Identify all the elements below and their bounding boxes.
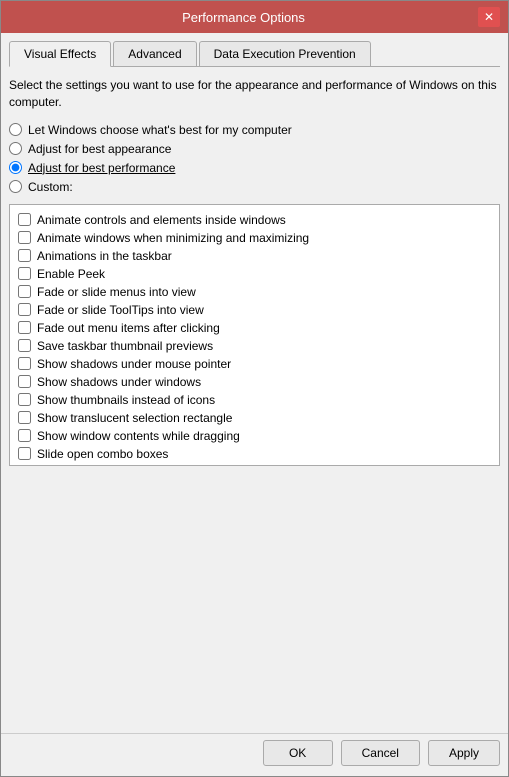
checkbox-combo-boxes[interactable]: Slide open combo boxes bbox=[18, 445, 491, 463]
checkbox-thumbnails[interactable]: Show thumbnails instead of icons bbox=[18, 391, 491, 409]
tab-visual-effects[interactable]: Visual Effects bbox=[9, 41, 111, 67]
checkbox-label: Enable Peek bbox=[37, 267, 105, 281]
checkbox-shadow-pointer[interactable]: Show shadows under mouse pointer bbox=[18, 355, 491, 373]
title-bar: Performance Options ✕ bbox=[1, 1, 508, 33]
checkbox-label: Show window contents while dragging bbox=[37, 429, 240, 443]
main-content: Visual Effects Advanced Data Execution P… bbox=[1, 33, 508, 733]
tab-bar: Visual Effects Advanced Data Execution P… bbox=[9, 41, 500, 67]
radio-auto[interactable]: Let Windows choose what's best for my co… bbox=[9, 123, 500, 137]
checkbox-fade-menus[interactable]: Fade or slide menus into view bbox=[18, 283, 491, 301]
radio-auto-label: Let Windows choose what's best for my co… bbox=[28, 123, 292, 137]
checkbox-animate-controls[interactable]: Animate controls and elements inside win… bbox=[18, 211, 491, 229]
checkbox-label: Fade or slide menus into view bbox=[37, 285, 196, 299]
checkbox-smooth-fonts[interactable]: Smooth edges of screen fonts bbox=[18, 463, 491, 467]
tab-advanced[interactable]: Advanced bbox=[113, 41, 196, 66]
radio-custom-label: Custom: bbox=[28, 180, 73, 194]
cancel-button[interactable]: Cancel bbox=[341, 740, 420, 766]
performance-options-window: Performance Options ✕ Visual Effects Adv… bbox=[0, 0, 509, 777]
description-text: Select the settings you want to use for … bbox=[9, 77, 500, 111]
tab-dep[interactable]: Data Execution Prevention bbox=[199, 41, 371, 66]
checkbox-window-contents[interactable]: Show window contents while dragging bbox=[18, 427, 491, 445]
radio-appearance[interactable]: Adjust for best appearance bbox=[9, 142, 500, 156]
close-button[interactable]: ✕ bbox=[478, 7, 500, 27]
checkbox-fade-menu-items[interactable]: Fade out menu items after clicking bbox=[18, 319, 491, 337]
radio-custom[interactable]: Custom: bbox=[9, 180, 500, 194]
checkbox-animations-taskbar[interactable]: Animations in the taskbar bbox=[18, 247, 491, 265]
checkbox-shadow-windows[interactable]: Show shadows under windows bbox=[18, 373, 491, 391]
checkbox-animate-windows[interactable]: Animate windows when minimizing and maxi… bbox=[18, 229, 491, 247]
checkbox-label: Animations in the taskbar bbox=[37, 249, 172, 263]
checkbox-fade-tooltips[interactable]: Fade or slide ToolTips into view bbox=[18, 301, 491, 319]
checkbox-label: Show translucent selection rectangle bbox=[37, 411, 232, 425]
radio-appearance-label: Adjust for best appearance bbox=[28, 142, 171, 156]
checkbox-label: Animate controls and elements inside win… bbox=[37, 213, 286, 227]
radio-performance-label: Adjust for best performance bbox=[28, 161, 175, 175]
checkbox-label: Fade out menu items after clicking bbox=[37, 321, 220, 335]
checkbox-translucent[interactable]: Show translucent selection rectangle bbox=[18, 409, 491, 427]
checkbox-label: Slide open combo boxes bbox=[37, 447, 168, 461]
checkbox-enable-peek[interactable]: Enable Peek bbox=[18, 265, 491, 283]
checkbox-label: Show thumbnails instead of icons bbox=[37, 393, 215, 407]
apply-button[interactable]: Apply bbox=[428, 740, 500, 766]
checkbox-label: Save taskbar thumbnail previews bbox=[37, 339, 213, 353]
checkbox-label: Show shadows under mouse pointer bbox=[37, 357, 231, 371]
checkbox-label: Show shadows under windows bbox=[37, 375, 201, 389]
checkbox-list: Animate controls and elements inside win… bbox=[9, 204, 500, 467]
ok-button[interactable]: OK bbox=[263, 740, 333, 766]
radio-performance[interactable]: Adjust for best performance bbox=[9, 161, 500, 175]
radio-group: Let Windows choose what's best for my co… bbox=[9, 123, 500, 194]
checkbox-label: Fade or slide ToolTips into view bbox=[37, 303, 204, 317]
checkbox-taskbar-thumbnails[interactable]: Save taskbar thumbnail previews bbox=[18, 337, 491, 355]
checkbox-label: Animate windows when minimizing and maxi… bbox=[37, 231, 309, 245]
checkbox-label: Smooth edges of screen fonts bbox=[37, 465, 196, 467]
footer-buttons: OK Cancel Apply bbox=[1, 733, 508, 776]
window-title: Performance Options bbox=[9, 10, 478, 25]
